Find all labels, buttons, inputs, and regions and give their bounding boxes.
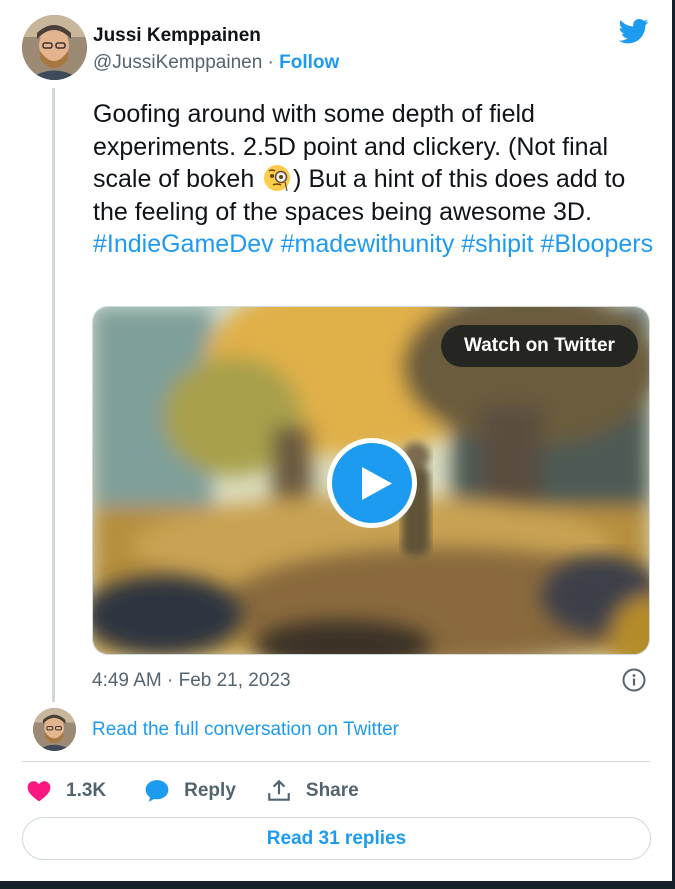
video-thumbnail[interactable]: Watch on Twitter xyxy=(92,306,650,655)
hashtag-link[interactable]: #shipit xyxy=(461,230,533,258)
share-button[interactable]: Share xyxy=(266,778,359,804)
watch-on-twitter-button[interactable]: Watch on Twitter xyxy=(441,325,638,367)
read-replies-button[interactable]: Read 31 replies xyxy=(22,817,651,860)
speech-bubble-icon xyxy=(145,780,169,802)
author-name[interactable]: Jussi Kemppainen xyxy=(93,25,261,47)
follow-button[interactable]: Follow xyxy=(279,52,339,73)
tweet-embed-card: Jussi Kemppainen @JussiKemppainen · Foll… xyxy=(0,0,675,889)
reply-button[interactable]: Reply xyxy=(144,778,266,804)
like-count: 1.3K xyxy=(66,780,107,801)
heart-icon xyxy=(27,781,51,802)
play-icon xyxy=(362,467,392,500)
separator-dot: · xyxy=(267,52,274,73)
author-avatar[interactable] xyxy=(22,15,87,80)
info-icon[interactable] xyxy=(622,668,646,692)
hashtag-link[interactable]: #Bloopers xyxy=(541,230,654,258)
reply-label: Reply xyxy=(184,780,236,801)
divider xyxy=(22,761,650,762)
hashtag-link[interactable]: #madewithunity xyxy=(281,230,455,258)
share-upload-icon xyxy=(268,779,290,801)
tweet-text: Goofing around with some depth of field … xyxy=(93,98,658,261)
thread-line xyxy=(52,88,55,702)
conversation-avatar[interactable] xyxy=(33,708,76,751)
hashtag-link[interactable]: #IndieGameDev xyxy=(93,230,274,258)
like-button[interactable]: 1.3K xyxy=(26,778,144,804)
action-bar: 1.3K Reply Share xyxy=(26,776,359,806)
read-full-conversation-link[interactable]: Read the full conversation on Twitter xyxy=(92,719,399,741)
tweet-timestamp[interactable]: 4:49 AM · Feb 21, 2023 xyxy=(92,670,291,692)
author-handle[interactable]: @JussiKemppainen xyxy=(93,52,262,73)
play-button[interactable] xyxy=(327,438,417,528)
twitter-bird-icon[interactable] xyxy=(617,16,651,46)
author-handle-row: @JussiKemppainen · Follow xyxy=(93,52,339,74)
face-with-monocle-emoji-icon xyxy=(264,165,291,192)
share-label: Share xyxy=(305,780,359,801)
